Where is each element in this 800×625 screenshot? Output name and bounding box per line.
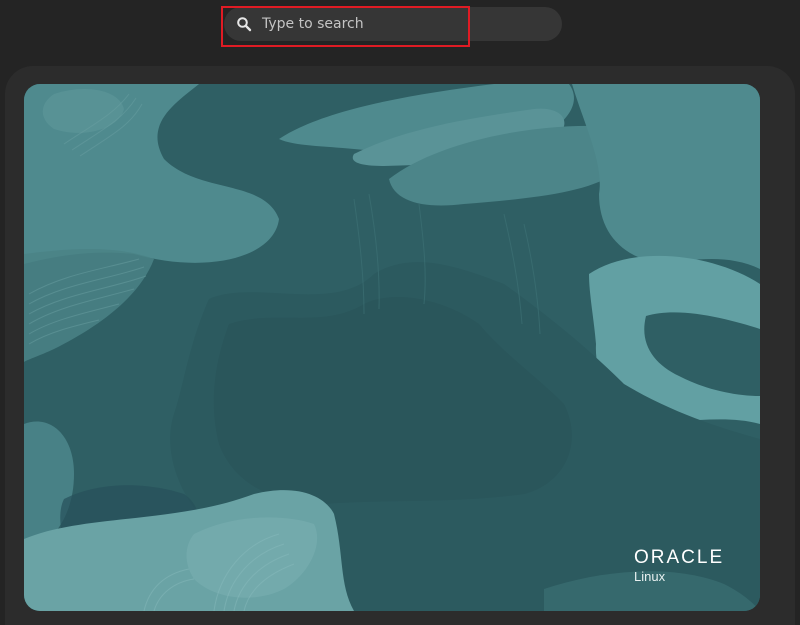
search-entry[interactable]: Type to search (224, 7, 562, 41)
wallpaper-image (24, 84, 760, 611)
brand-name: ORACLE (634, 547, 725, 568)
workspace-thumbnail[interactable]: ORACLE Linux (24, 84, 760, 611)
search-placeholder: Type to search (262, 16, 364, 32)
oracle-linux-logo: ORACLE Linux (634, 548, 724, 585)
brand-sub: Linux (634, 569, 666, 584)
overview-screen: Type to search ORACLE Linux (0, 0, 800, 625)
search-icon (237, 17, 252, 32)
